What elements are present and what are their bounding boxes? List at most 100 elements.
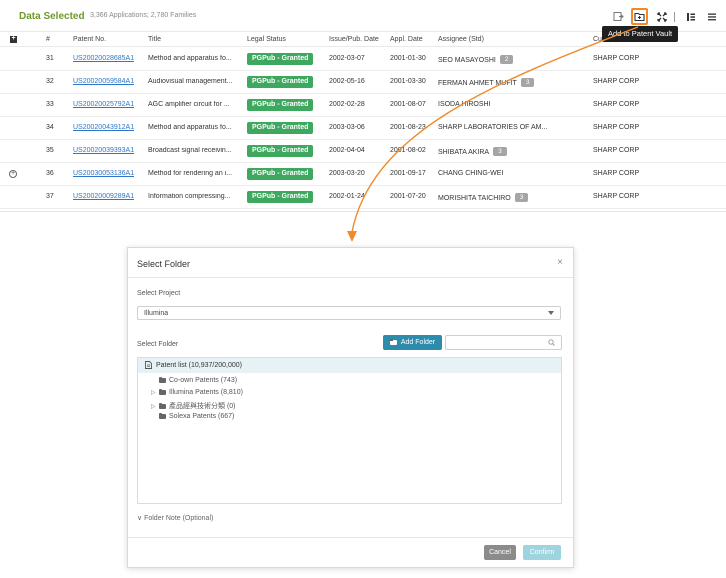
assignee-name: FERMAN AHMET MUFIT (438, 80, 517, 87)
tree-root[interactable]: Patent list (10,937/200,000) (138, 358, 561, 373)
dialog-title: Select Folder (137, 259, 191, 269)
current-assignee: SHARP CORP (593, 55, 640, 62)
table-row[interactable]: 33 US20020025792A1 AGC amplifier circuit f… (0, 94, 726, 117)
folder-item[interactable]: Co-own Patents (743) (151, 377, 237, 384)
export-icon[interactable] (610, 8, 627, 25)
col-title[interactable]: Title (148, 36, 161, 43)
current-assignee: SHARP CORP (593, 170, 640, 177)
patent-link[interactable]: US20020028685A1 (73, 55, 134, 62)
table-row[interactable]: 37 US20020009289A1 Information compressing… (0, 186, 726, 209)
patent-title: Broadcast signal receivin... (148, 147, 232, 154)
add-folder-button[interactable]: Add Folder (383, 335, 442, 350)
chevron-right-icon[interactable]: ▷ (151, 403, 156, 410)
assignee: FERMAN AHMET MUFIT 3 (438, 78, 588, 87)
row-number: 37 (46, 193, 54, 200)
col-current-assignee[interactable]: Cu (593, 36, 602, 43)
table-row[interactable]: +36 US20030053136A1 Method for rendering a… (0, 163, 726, 186)
folder-item[interactable]: ▷ Illumina Patents (8,810) (151, 389, 243, 396)
patent-link[interactable]: US20020059584A1 (73, 78, 134, 85)
current-assignee: SHARP CORP (593, 78, 640, 85)
patent-link[interactable]: US20020043912A1 (73, 124, 134, 131)
patent-title: Method and apparatus fo... (148, 55, 232, 62)
patent-title: Method and apparatus fo... (148, 124, 232, 131)
expand-row-icon[interactable]: + (9, 170, 17, 178)
col-assignee[interactable]: Assignee (Std) (438, 36, 484, 43)
status-badge: PGPub - Granted (247, 145, 314, 157)
current-assignee: SHARP CORP (593, 124, 640, 131)
table-row[interactable]: 32 US20020059584A1 Audiovisual management.… (0, 71, 726, 94)
status-badge: PGPub - Granted (247, 122, 314, 134)
vault-tooltip: Add to Patent Vault (602, 26, 679, 42)
patent-title: Information compressing... (148, 193, 231, 200)
cancel-button[interactable]: Cancel (484, 545, 516, 560)
folder-icon (159, 389, 166, 395)
folder-item[interactable]: ▷ 產品經與技術分類 (0) (151, 401, 236, 411)
assignee-name: MORISHITA TAICHIRO (438, 195, 511, 202)
issue-date: 2002-05-16 (329, 78, 365, 85)
col-issue-date[interactable]: Issue/Pub. Date (329, 36, 379, 43)
folder-item[interactable]: Solexa Patents (667) (151, 413, 234, 420)
select-folder-dialog: Select Folder × Select Project Illumina … (127, 247, 574, 568)
patent-title: Audiovisual management... (148, 78, 233, 85)
list-icon[interactable] (703, 8, 720, 25)
col-appl-date[interactable]: Appl. Date (390, 36, 423, 43)
add-folder-label: Add Folder (400, 339, 436, 346)
project-label: Select Project (137, 290, 181, 297)
confirm-button[interactable]: Confirm (523, 545, 561, 560)
folder-label: Solexa Patents (667) (169, 413, 235, 420)
folder-note-toggle[interactable]: ∨ Folder Note (Optional) (137, 514, 213, 522)
folder-label: Co-own Patents (743) (169, 377, 238, 384)
assignee-count-badge[interactable]: 3 (520, 78, 535, 87)
row-number: 32 (46, 78, 54, 85)
assignee-name: SHARP LABORATORIES OF AM... (438, 124, 548, 131)
add-to-vault-button[interactable] (631, 8, 648, 25)
chevron-down-icon (548, 311, 554, 315)
status-badge: PGPub - Granted (247, 53, 314, 65)
issue-date: 2002-03-07 (329, 55, 365, 62)
current-assignee: SHARP CORP (593, 193, 640, 200)
assignee: MORISHITA TAICHIRO 3 (438, 193, 588, 202)
tree-root-label: Patent list (10,937/200,000) (156, 362, 243, 369)
issue-date: 2002-02-28 (329, 101, 365, 108)
project-select[interactable]: Illumina (137, 306, 561, 320)
current-assignee: SHARP CORP (593, 101, 640, 108)
assignee-count-badge[interactable]: 3 (493, 147, 507, 156)
footer-divider (128, 537, 573, 538)
table-row[interactable]: 31 US20020028685A1 Method and apparatus fo… (0, 48, 726, 71)
col-patent-no[interactable]: Patent No. (73, 36, 106, 43)
patent-link[interactable]: US20020009289A1 (73, 193, 134, 200)
row-number: 33 (46, 101, 54, 108)
issue-date: 2002-04-04 (329, 147, 365, 154)
assignee-name: ISODA HIROSHI (438, 101, 491, 108)
col-legal-status[interactable]: Legal Status (247, 36, 286, 43)
patent-link[interactable]: US20030053136A1 (73, 170, 134, 177)
table-row[interactable]: 34 US20020043912A1 Method and apparatus fo… (0, 117, 726, 140)
close-icon[interactable]: × (557, 257, 563, 268)
table-row[interactable]: 35 US20020039393A1 Broadcast signal receiv… (0, 140, 726, 163)
folder-icon (159, 413, 166, 419)
assignee-name: CHANG CHING-WEI (438, 170, 504, 177)
issue-date: 2003-03-06 (329, 124, 365, 131)
folder-search-input[interactable] (445, 335, 562, 350)
issue-date: 2002-01-24 (329, 193, 365, 200)
expand-all-icon[interactable]: + (10, 35, 17, 43)
assignee-name: SEO MASAYOSHI (438, 57, 496, 64)
assignee-count-badge[interactable]: 2 (499, 55, 514, 64)
columns-icon[interactable] (682, 8, 699, 25)
folder-icon (389, 339, 397, 345)
status-badge: PGPub - Granted (247, 168, 314, 180)
col-number[interactable]: # (46, 36, 50, 43)
dialog-divider (128, 277, 573, 278)
fullscreen-icon[interactable] (653, 8, 670, 25)
selection-summary: 3,366 Applications; 2,780 Families (90, 12, 197, 19)
patent-title: AGC amplifier circuit for ... (148, 101, 230, 108)
assignee: SHARP LABORATORIES OF AM... (438, 124, 588, 131)
patent-title: Method for rendering an i... (148, 170, 233, 177)
chevron-down-icon: ∨ (137, 515, 143, 522)
assignee-count-badge[interactable]: 3 (514, 193, 529, 202)
row-number: 36 (46, 170, 54, 177)
appl-date: 2001-08-23 (390, 124, 426, 131)
patent-link[interactable]: US20020025792A1 (73, 101, 134, 108)
patent-link[interactable]: US20020039393A1 (73, 147, 134, 154)
chevron-right-icon[interactable]: ▷ (151, 389, 156, 396)
